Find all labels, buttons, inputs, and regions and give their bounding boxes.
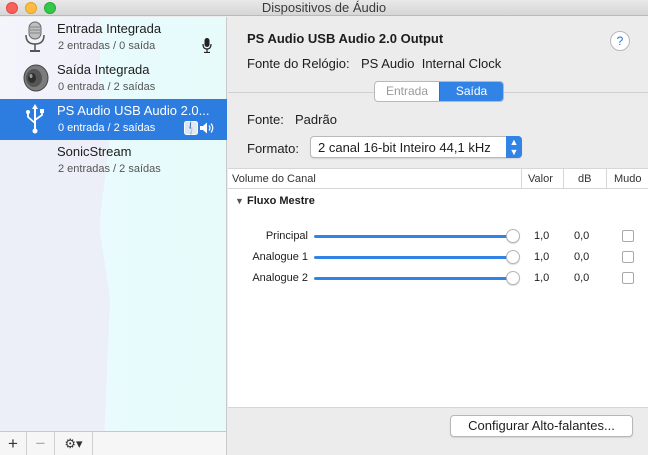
format-select[interactable]: 2 canal 16-bit Inteiro 44,1 kHz ▲ ▼ bbox=[310, 136, 522, 158]
channel-value: 1,0 bbox=[534, 272, 550, 284]
table-row: Analogue 1 1,0 0,0 bbox=[228, 247, 648, 267]
device-detail-panel: PS Audio USB Audio 2.0 Output ? Fonte do… bbox=[228, 17, 648, 455]
microphone-small-icon bbox=[202, 38, 212, 53]
disclosure-triangle-icon[interactable]: ▼ bbox=[235, 196, 244, 206]
channel-value: 1,0 bbox=[534, 251, 550, 263]
source-value: Padrão bbox=[295, 112, 337, 127]
format-value: 2 canal 16-bit Inteiro 44,1 kHz bbox=[318, 140, 491, 155]
table-row: Principal 1,0 0,0 bbox=[228, 226, 648, 246]
device-channels: 2 entradas / 2 saídas bbox=[58, 163, 161, 175]
finder-icon bbox=[184, 121, 198, 135]
group-row-master[interactable]: ▼ Fluxo Mestre bbox=[235, 195, 315, 207]
device-item-sonicstream[interactable]: SonicStream 2 entradas / 2 saídas bbox=[0, 140, 227, 181]
speaker-volume-icon bbox=[200, 122, 214, 134]
device-name: SonicStream bbox=[57, 144, 132, 159]
device-name: PS Audio USB Audio 2.0... bbox=[57, 103, 210, 118]
tab-output[interactable]: Saída bbox=[439, 82, 503, 101]
device-item-built-in-input[interactable]: Entrada Integrada 2 entradas / 0 saída bbox=[0, 17, 227, 58]
device-channels: 2 entradas / 0 saída bbox=[58, 40, 156, 52]
device-sidebar: Entrada Integrada 2 entradas / 0 saída S… bbox=[0, 17, 227, 431]
table-row: Analogue 2 1,0 0,0 bbox=[228, 268, 648, 288]
column-header-mute[interactable]: Mudo bbox=[614, 173, 642, 185]
channel-value: 1,0 bbox=[534, 230, 550, 242]
remove-device-button[interactable]: − bbox=[27, 432, 55, 455]
device-channels: 0 entrada / 2 saídas bbox=[58, 81, 156, 93]
title-bar: Dispositivos de Áudio bbox=[0, 0, 648, 16]
chevron-updown-icon: ▲ ▼ bbox=[506, 136, 522, 158]
column-header-channel[interactable]: Volume do Canal bbox=[232, 173, 316, 185]
channel-volume-table: Volume do Canal Valor dB Mudo ▼ Fluxo Me… bbox=[228, 168, 648, 408]
channel-label: Analogue 2 bbox=[252, 272, 308, 284]
volume-slider-track[interactable] bbox=[314, 277, 508, 280]
table-header: Volume do Canal Valor dB Mudo bbox=[228, 169, 648, 189]
microphone-icon bbox=[25, 21, 45, 52]
mute-checkbox[interactable] bbox=[622, 272, 634, 284]
clock-source-label: Fonte do Relógio: bbox=[247, 56, 350, 71]
device-name: Saída Integrada bbox=[57, 62, 150, 77]
volume-slider-knob[interactable] bbox=[506, 250, 520, 264]
help-button[interactable]: ? bbox=[610, 31, 630, 51]
window-title: Dispositivos de Áudio bbox=[261, 0, 387, 15]
channel-label: Principal bbox=[265, 230, 308, 242]
volume-slider-knob[interactable] bbox=[506, 229, 520, 243]
column-header-db[interactable]: dB bbox=[578, 173, 591, 185]
source-label: Fonte: bbox=[247, 112, 284, 127]
channel-db: 0,0 bbox=[574, 272, 590, 284]
usb-icon bbox=[26, 104, 44, 134]
mute-checkbox[interactable] bbox=[622, 230, 634, 242]
channel-db: 0,0 bbox=[574, 251, 590, 263]
volume-slider-track[interactable] bbox=[314, 235, 508, 238]
device-channels: 0 entrada / 2 saídas bbox=[58, 122, 156, 134]
channel-label: Analogue 1 bbox=[252, 251, 308, 263]
clock-source-value: PS Audio Internal Clock bbox=[361, 56, 502, 71]
sidebar-footer: + − ⚙▾ bbox=[0, 431, 227, 455]
gear-menu-button[interactable]: ⚙▾ bbox=[55, 432, 93, 455]
device-item-built-in-output[interactable]: Saída Integrada 0 entrada / 2 saídas bbox=[0, 58, 227, 99]
column-header-value[interactable]: Valor bbox=[528, 173, 553, 185]
tab-input[interactable]: Entrada bbox=[375, 82, 439, 101]
configure-speakers-button[interactable]: Configurar Alto-falantes... bbox=[450, 415, 633, 437]
volume-slider-track[interactable] bbox=[314, 256, 508, 259]
add-device-button[interactable]: + bbox=[0, 432, 27, 455]
device-title: PS Audio USB Audio 2.0 Output bbox=[247, 31, 444, 46]
device-name: Entrada Integrada bbox=[57, 21, 162, 36]
mute-checkbox[interactable] bbox=[622, 251, 634, 263]
io-tabs: Entrada Saída bbox=[374, 81, 504, 102]
device-item-ps-audio[interactable]: PS Audio USB Audio 2.0... 0 entrada / 2 … bbox=[0, 99, 227, 140]
speaker-icon bbox=[23, 64, 49, 92]
group-label: Fluxo Mestre bbox=[246, 195, 315, 207]
channel-db: 0,0 bbox=[574, 230, 590, 242]
volume-slider-knob[interactable] bbox=[506, 271, 520, 285]
format-label: Formato: bbox=[247, 141, 300, 156]
